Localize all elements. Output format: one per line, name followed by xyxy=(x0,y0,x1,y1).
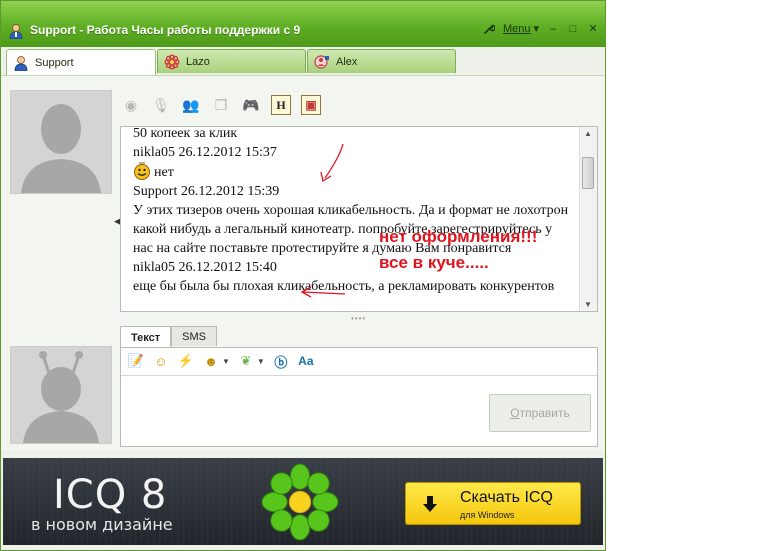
ad-title: ICQ 8 xyxy=(53,472,168,518)
gamepad-icon[interactable]: 🎮 xyxy=(241,95,261,115)
tab-alex[interactable]: Alex xyxy=(307,49,456,73)
menu-button[interactable]: Menu ▾ xyxy=(502,22,539,36)
stickers-icon[interactable]: ❦ xyxy=(237,352,255,370)
tab-label: Alex xyxy=(336,55,358,68)
my-avatar[interactable] xyxy=(10,346,112,444)
font-icon[interactable]: Aa xyxy=(297,352,315,370)
user-warning-icon xyxy=(314,54,329,69)
ad-banner[interactable]: ICQ 8 в новом дизайне Скачать ICQ для Wi… xyxy=(3,458,603,545)
chat-window: Support - Работа Часы работы поддержки с… xyxy=(0,0,606,551)
send-label-rest: тправить xyxy=(519,406,570,420)
tab-text[interactable]: Текст xyxy=(120,326,172,348)
animated-smiley-icon[interactable]: ☻ xyxy=(202,352,220,370)
tab-sms[interactable]: SMS xyxy=(171,326,217,346)
grin-smiley-icon xyxy=(134,162,150,180)
minimize-button[interactable]: – xyxy=(547,23,559,35)
wrench-icon[interactable] xyxy=(483,23,495,35)
scroll-thumb[interactable] xyxy=(582,157,594,189)
annotation-line-2: все в куче..... xyxy=(379,253,489,272)
webcam-icon[interactable]: ◉ xyxy=(121,95,141,115)
scroll-down-icon[interactable]: ▼ xyxy=(584,300,592,309)
compose-toolbar: 📝 ☺ ⚡ ☻ ▼ ❦ ▼ ⓑ Aa xyxy=(127,351,315,371)
download-icq-button[interactable]: Скачать ICQ для Windows xyxy=(405,482,581,525)
tab-lazo[interactable]: Lazo xyxy=(157,49,306,73)
microphone-icon[interactable]: 🎙 xyxy=(151,95,171,115)
send-file-icon[interactable]: 📝 xyxy=(127,352,145,370)
annotation-text: нет оформления!!! все в куче..... xyxy=(379,224,537,276)
annotation-line-1: нет оформления!!! xyxy=(379,227,538,246)
splitter-handle[interactable]: •••• xyxy=(351,314,366,323)
chevron-down-icon: ▾ xyxy=(533,23,539,35)
annotation-arrows xyxy=(301,143,346,298)
smiley-icon[interactable]: ☺ xyxy=(152,352,170,370)
person-silhouette-icon xyxy=(11,91,111,193)
ad-subtitle: в новом дизайне xyxy=(31,515,173,534)
contact-avatar[interactable] xyxy=(10,90,112,194)
title-bar[interactable]: Support - Работа Часы работы поддержки с… xyxy=(1,1,605,47)
message-input[interactable]: Отправить xyxy=(121,375,597,446)
close-button[interactable]: ✕ xyxy=(587,23,599,35)
user-icon xyxy=(14,55,28,71)
message-text: нет xyxy=(154,165,174,180)
group-icon[interactable]: 👥 xyxy=(181,95,201,115)
user-icon xyxy=(9,24,23,39)
flower-icon xyxy=(164,54,180,69)
history-icon[interactable]: H xyxy=(271,95,291,115)
files-icon[interactable]: ❐ xyxy=(211,95,231,115)
scrollbar[interactable]: ▲ ▼ xyxy=(579,127,597,311)
download-label: Скачать ICQ xyxy=(460,489,553,506)
tab-label: Lazo xyxy=(186,55,210,68)
send-button[interactable]: Отправить xyxy=(489,394,591,432)
tab-label: Support xyxy=(35,56,74,69)
download-arrow-icon xyxy=(423,496,437,512)
chevron-down-icon[interactable]: ▼ xyxy=(257,357,265,366)
window-title: Support - Работа Часы работы поддержки с… xyxy=(30,23,301,37)
send-hotkey: О xyxy=(510,406,520,420)
nudge-icon[interactable]: ⚡ xyxy=(177,352,195,370)
icq-flower-icon xyxy=(261,463,339,541)
contact-tabs: Support Lazo Alex xyxy=(6,49,466,75)
tab-support[interactable]: Support xyxy=(6,49,156,75)
chevron-down-icon[interactable]: ▼ xyxy=(222,357,230,366)
alien-silhouette-icon xyxy=(11,347,111,443)
conversation-panel: ◉ 🎙 👥 ❐ 🎮 H ▣ ◀ 50 копеек за клик nikla05… xyxy=(1,75,605,450)
menu-label: Menu xyxy=(502,22,531,35)
compose-area: 📝 ☺ ⚡ ☻ ▼ ❦ ▼ ⓑ Aa Отправить xyxy=(120,347,598,447)
input-mode-tabs: Текст SMS xyxy=(120,326,217,348)
scroll-up-icon[interactable]: ▲ xyxy=(584,129,592,138)
contact-toolbar: ◉ 🎙 👥 ❐ 🎮 H ▣ xyxy=(121,94,321,116)
contact-card-icon[interactable]: ▣ xyxy=(301,95,321,115)
translate-icon[interactable]: ⓑ xyxy=(272,352,290,370)
download-sublabel: для Windows xyxy=(460,510,515,520)
maximize-button[interactable]: □ xyxy=(567,23,579,35)
